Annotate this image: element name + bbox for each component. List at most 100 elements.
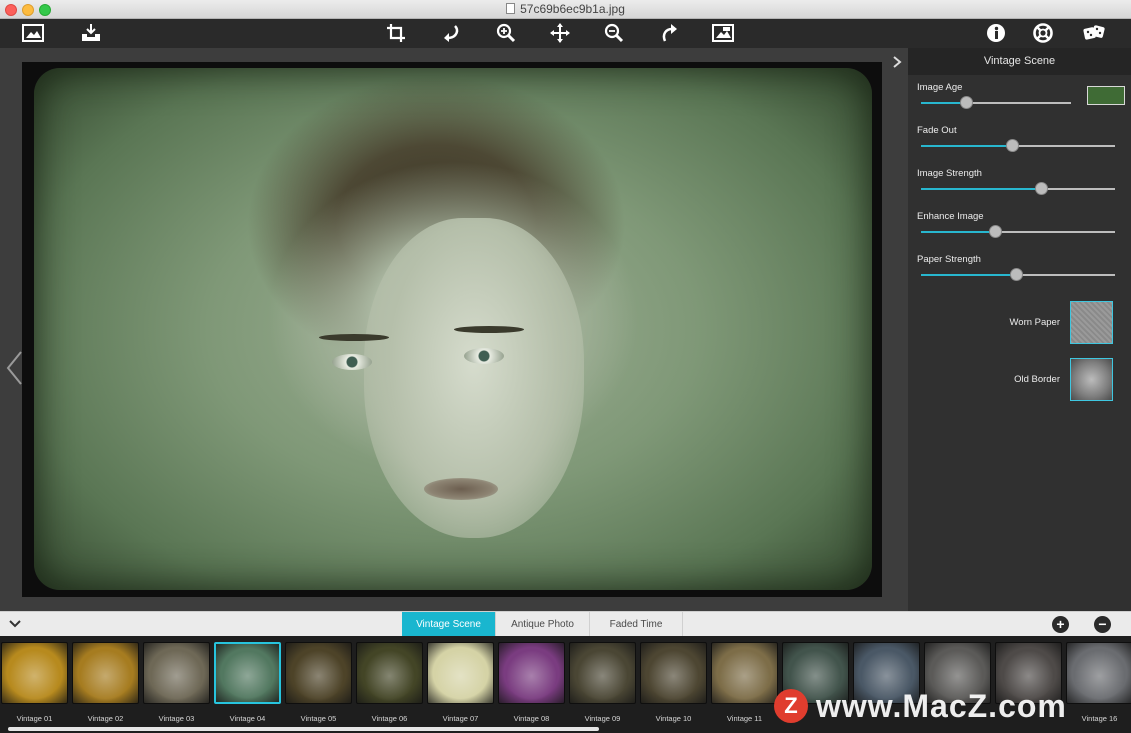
move-pan-icon[interactable] xyxy=(548,22,572,44)
preset-label: Vintage 09 xyxy=(584,714,621,723)
portrait-eye xyxy=(332,354,372,370)
preset-thumbnail[interactable]: Vintage 11 xyxy=(711,640,778,723)
slider-fill xyxy=(921,145,1012,147)
paper-strength-slider[interactable] xyxy=(921,268,1115,281)
info-icon[interactable] xyxy=(984,22,1008,44)
preset-image xyxy=(427,642,494,704)
preset-image xyxy=(143,642,210,704)
age-color-swatch[interactable] xyxy=(1087,86,1125,105)
param-image-strength: Image Strength xyxy=(917,168,1119,202)
preset-thumbnail[interactable]: Vintage 06 xyxy=(356,640,423,723)
preset-label: Vintage 06 xyxy=(371,714,408,723)
preset-thumbnail[interactable]: Vintage 16 xyxy=(1066,640,1131,723)
image-canvas[interactable] xyxy=(0,48,908,611)
image-age-slider[interactable] xyxy=(921,96,1071,109)
preset-image xyxy=(285,642,352,704)
preset-thumbnail[interactable]: Vintage 02 xyxy=(72,640,139,723)
preset-label: Vintage 05 xyxy=(300,714,337,723)
preset-thumbnail[interactable]: Vintage 07 xyxy=(427,640,494,723)
collapse-strip-chevron-icon[interactable] xyxy=(8,616,22,630)
add-preset-button[interactable]: + xyxy=(1052,616,1069,633)
tab-vintage-scene[interactable]: Vintage Scene xyxy=(402,612,496,637)
preset-image xyxy=(356,642,423,704)
preset-image xyxy=(498,642,565,704)
category-tabbar: Vintage Scene Antique Photo Faded Time +… xyxy=(0,611,1131,637)
param-label: Enhance Image xyxy=(917,211,984,222)
portrait-brow xyxy=(454,326,524,333)
portrait-eye xyxy=(464,348,504,364)
open-image-icon[interactable] xyxy=(21,22,45,44)
zoom-in-icon[interactable] xyxy=(494,22,518,44)
toggle-panel-chevron-icon[interactable] xyxy=(890,55,904,69)
portrait-lips xyxy=(424,478,498,500)
watermark: Z www.MacZ.com xyxy=(774,686,1067,726)
old-border-thumbnail[interactable] xyxy=(1070,357,1113,401)
slider-thumb[interactable] xyxy=(1035,182,1048,195)
param-paper-strength: Paper Strength xyxy=(917,254,1119,288)
preset-thumbnail[interactable]: Vintage 04 xyxy=(214,640,281,723)
preset-label: Vintage 02 xyxy=(87,714,124,723)
param-image-age: Image Age xyxy=(917,82,1125,116)
image-strength-slider[interactable] xyxy=(921,182,1115,195)
preset-thumbnail[interactable]: Vintage 05 xyxy=(285,640,352,723)
preset-label: Vintage 03 xyxy=(158,714,195,723)
texture-worn-paper: Worn Paper xyxy=(1009,300,1113,344)
category-tabs: Vintage Scene Antique Photo Faded Time xyxy=(402,612,683,637)
preset-label: Vintage 08 xyxy=(513,714,550,723)
preset-strip-scrollbar[interactable] xyxy=(8,727,599,731)
param-label: Image Age xyxy=(917,82,963,93)
tab-antique-photo[interactable]: Antique Photo xyxy=(496,612,590,637)
preset-thumbnail[interactable]: Vintage 08 xyxy=(498,640,565,723)
tab-faded-time[interactable]: Faded Time xyxy=(590,612,683,637)
effect-settings-panel: Vintage Scene Image Age Fade Out Image S… xyxy=(908,48,1131,611)
preset-image xyxy=(1,642,68,704)
preset-image xyxy=(214,642,281,704)
panel-title: Vintage Scene xyxy=(908,48,1131,75)
watermark-logo: Z xyxy=(774,689,808,723)
help-lifebuoy-icon[interactable] xyxy=(1031,22,1055,44)
window-title-text: 57c69b6ec9b1a.jpg xyxy=(520,2,625,16)
compare-original-icon[interactable] xyxy=(711,22,735,44)
param-label: Fade Out xyxy=(917,125,957,136)
preset-image xyxy=(569,642,636,704)
preset-image xyxy=(640,642,707,704)
slider-fill xyxy=(921,274,1016,276)
slider-thumb[interactable] xyxy=(1006,139,1019,152)
main-toolbar xyxy=(0,19,1131,48)
slider-thumb[interactable] xyxy=(1010,268,1023,281)
worn-paper-thumbnail[interactable] xyxy=(1070,300,1113,344)
param-label: Paper Strength xyxy=(917,254,981,265)
slider-thumb[interactable] xyxy=(989,225,1002,238)
zoom-out-icon[interactable] xyxy=(602,22,626,44)
rotate-left-icon[interactable] xyxy=(439,22,463,44)
preset-image xyxy=(1066,642,1131,704)
preset-thumbnail[interactable]: Vintage 01 xyxy=(1,640,68,723)
photo-frame xyxy=(22,62,882,597)
slider-fill xyxy=(921,231,995,233)
texture-old-border: Old Border xyxy=(1014,357,1113,401)
preset-thumbnail[interactable]: Vintage 03 xyxy=(143,640,210,723)
preset-label: Vintage 07 xyxy=(442,714,479,723)
preset-label: Vintage 01 xyxy=(16,714,53,723)
preset-label: Vintage 10 xyxy=(655,714,692,723)
param-enhance-image: Enhance Image xyxy=(917,211,1119,245)
window-titlebar: 57c69b6ec9b1a.jpg xyxy=(0,0,1131,19)
fade-out-slider[interactable] xyxy=(921,139,1115,152)
preset-thumbnail[interactable]: Vintage 10 xyxy=(640,640,707,723)
param-fade-out: Fade Out xyxy=(917,125,1119,159)
preset-label: Vintage 11 xyxy=(726,714,763,723)
slider-thumb[interactable] xyxy=(960,96,973,109)
previous-image-chevron-icon[interactable] xyxy=(4,348,24,388)
random-dice-icon[interactable] xyxy=(1082,22,1106,44)
save-export-icon[interactable] xyxy=(79,22,103,44)
portrait-brow xyxy=(319,334,389,341)
enhance-image-slider[interactable] xyxy=(921,225,1115,238)
edited-photo[interactable] xyxy=(34,68,872,590)
remove-preset-button[interactable]: − xyxy=(1094,616,1111,633)
crop-icon[interactable] xyxy=(385,22,409,44)
preset-label: Vintage 16 xyxy=(1081,714,1118,723)
rotate-right-icon[interactable] xyxy=(657,22,681,44)
param-label: Image Strength xyxy=(917,168,982,179)
preset-label: Vintage 04 xyxy=(229,714,266,723)
preset-thumbnail[interactable]: Vintage 09 xyxy=(569,640,636,723)
